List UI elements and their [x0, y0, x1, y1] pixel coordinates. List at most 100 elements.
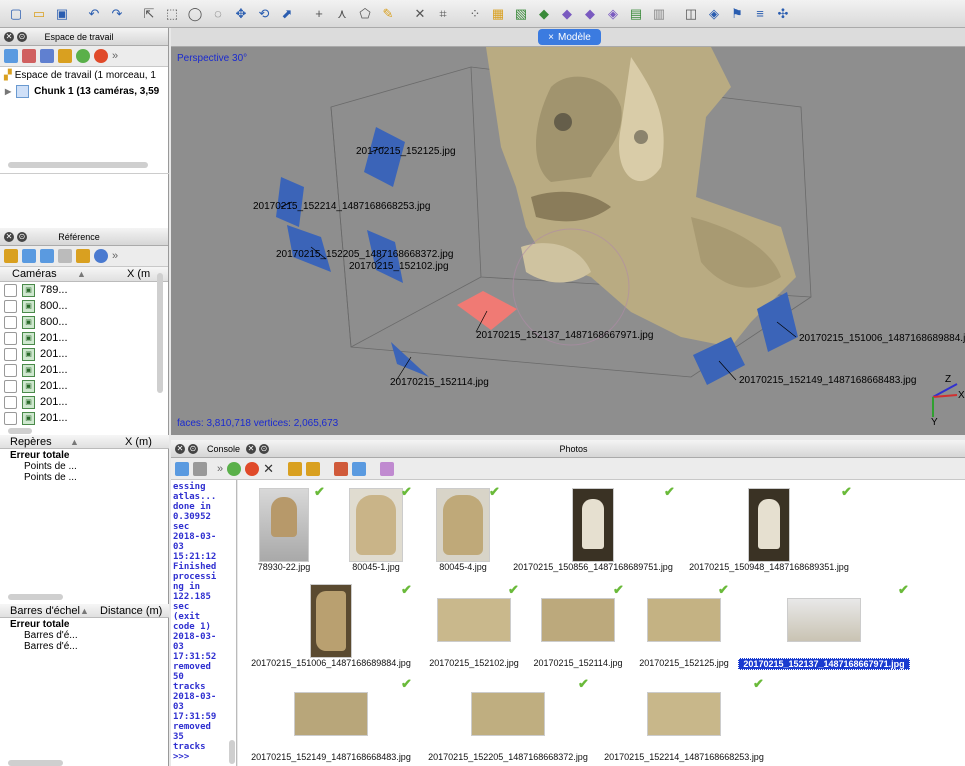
photo-tile[interactable]: 20170215_150856_1487168689751.jpg: [508, 488, 678, 572]
photo-tile-selected[interactable]: 20170215_152137_1487168667971.jpg: [738, 598, 910, 670]
model-solid-icon[interactable]: ◆: [534, 4, 554, 24]
float-icon[interactable]: ⊙: [17, 231, 27, 242]
enable-checkbox[interactable]: [4, 347, 17, 361]
disable-icon[interactable]: [245, 461, 260, 476]
photo-tile[interactable]: 20170215_152214_1487168668253.jpg: [598, 692, 770, 762]
more-icon[interactable]: »: [112, 50, 118, 62]
marker-item[interactable]: Points de ...: [24, 461, 77, 472]
close-tab-icon[interactable]: ×: [548, 32, 554, 43]
dem-icon[interactable]: ▤: [626, 4, 646, 24]
camera-row[interactable]: ▣ 201...: [0, 394, 168, 410]
photo-tile[interactable]: 20170215_151006_1487168689884.jpg: [246, 584, 416, 668]
camera-plane[interactable]: [364, 127, 405, 187]
redo-icon[interactable]: ↷: [107, 4, 127, 24]
float-icon[interactable]: ⊙: [188, 443, 198, 454]
close-icon[interactable]: ✕: [175, 443, 185, 454]
marker-item[interactable]: Points de ...: [24, 472, 77, 483]
orthomosaic-icon[interactable]: ▥: [649, 4, 669, 24]
rotate-right-icon[interactable]: [306, 461, 321, 476]
add-photos-icon[interactable]: [22, 49, 36, 63]
tiled-icon[interactable]: ◈: [603, 4, 623, 24]
camera-plane-selected[interactable]: [457, 291, 517, 330]
photo-tile[interactable]: 20170215_152125.jpg: [634, 598, 734, 668]
sort-icon[interactable]: ▲: [80, 606, 100, 616]
enable-checkbox[interactable]: [4, 315, 17, 329]
shape-icon[interactable]: ⋏: [332, 4, 352, 24]
camera-plane[interactable]: [391, 342, 429, 377]
enable-checkbox[interactable]: [4, 363, 17, 377]
photo-tile[interactable]: 20170215_152205_1487168668372.jpg: [422, 692, 594, 762]
enable-checkbox[interactable]: [4, 411, 17, 425]
camera-row[interactable]: ▣ 201...: [0, 362, 168, 378]
convert-icon[interactable]: [40, 249, 54, 263]
sort-icon[interactable]: ▲: [77, 269, 127, 279]
float-icon[interactable]: ⊙: [259, 443, 270, 454]
rect-select-icon[interactable]: ⬚: [162, 4, 182, 24]
enable-checkbox[interactable]: [4, 331, 17, 345]
camera-vscrollbar[interactable]: [157, 273, 163, 393]
close-icon[interactable]: ✕: [4, 231, 14, 242]
tab-model[interactable]: × Modèle: [538, 29, 601, 45]
new-icon[interactable]: ▢: [6, 4, 26, 24]
open-icon[interactable]: ▭: [29, 4, 49, 24]
delete-icon[interactable]: ✕: [410, 4, 430, 24]
photo-tile[interactable]: 20170215_152149_1487168668483.jpg: [246, 692, 416, 762]
free-select-icon[interactable]: ◌: [208, 4, 228, 24]
rotate-object-icon[interactable]: ⟲: [254, 4, 274, 24]
save-icon[interactable]: ▣: [52, 4, 72, 24]
update-icon[interactable]: [94, 249, 108, 263]
resize-object-icon[interactable]: ⬈: [277, 4, 297, 24]
workspace-scrollbar[interactable]: [8, 162, 148, 168]
x-col-header[interactable]: X (m: [127, 268, 150, 280]
move-object-icon[interactable]: ✥: [231, 4, 251, 24]
camera-row[interactable]: ▣ 201...: [0, 330, 168, 346]
points-icon[interactable]: ⁘: [465, 4, 485, 24]
optimize-icon[interactable]: [58, 249, 72, 263]
markers-col-header[interactable]: Repères: [0, 436, 70, 448]
markers-icon[interactable]: ◈: [704, 4, 724, 24]
close-icon[interactable]: ✕: [246, 443, 257, 454]
import-icon[interactable]: [4, 249, 18, 263]
remove-icon[interactable]: ✕: [263, 461, 274, 477]
photo-tile[interactable]: 20170215_150948_1487168689351.jpg: [684, 488, 854, 572]
polygon-icon[interactable]: ⬠: [355, 4, 375, 24]
enable-checkbox[interactable]: [4, 299, 17, 313]
region-icon[interactable]: ⚑: [727, 4, 747, 24]
camera-row[interactable]: ▣ 789...: [0, 282, 168, 298]
photo-tile[interactable]: 80045-1.jpg: [336, 488, 416, 572]
ruler-icon[interactable]: +: [309, 4, 329, 24]
photo-tile[interactable]: 78930-22.jpg: [244, 488, 324, 572]
camera-row[interactable]: ▣ 800...: [0, 314, 168, 330]
export-icon[interactable]: [22, 249, 36, 263]
workspace-root[interactable]: ▞ Espace de travail (1 morceau, 1: [0, 67, 168, 83]
camera-row[interactable]: ▣ 201...: [0, 378, 168, 394]
disable-icon[interactable]: [94, 49, 108, 63]
photo-tile[interactable]: 80045-4.jpg: [423, 488, 503, 572]
scalebars-scrollbar[interactable]: [8, 760, 63, 766]
crop-icon[interactable]: ⌗: [433, 4, 453, 24]
more-icon[interactable]: »: [217, 463, 223, 475]
enable-checkbox[interactable]: [4, 283, 17, 297]
console-scrollbar[interactable]: [229, 740, 235, 764]
pencil-icon[interactable]: ✎: [378, 4, 398, 24]
enable-icon[interactable]: [76, 49, 90, 63]
photo-tile[interactable]: 20170215_152114.jpg: [528, 598, 628, 668]
model-viewport[interactable]: Perspective 30° faces: 3,810,718 vertice…: [171, 47, 965, 435]
filter-icon[interactable]: [334, 461, 349, 476]
console-output[interactable]: essing atlas... done in 0.30952 sec 2018…: [171, 480, 237, 766]
model-shaded-icon[interactable]: ▧: [511, 4, 531, 24]
grid-icon[interactable]: ≡: [750, 4, 770, 24]
undo-icon[interactable]: ↶: [84, 4, 104, 24]
scalebar-item[interactable]: Barres d'é...: [24, 641, 78, 652]
dense-cloud-icon[interactable]: ▦: [488, 4, 508, 24]
cameras-col-header[interactable]: Caméras: [0, 268, 77, 280]
more-icon[interactable]: »: [112, 250, 118, 262]
console-title[interactable]: Console: [207, 444, 240, 454]
rotate-left-icon[interactable]: [288, 461, 303, 476]
expand-icon[interactable]: ▶: [5, 87, 11, 96]
close-icon[interactable]: ✕: [4, 31, 14, 42]
model-wireframe-icon[interactable]: ◆: [557, 4, 577, 24]
enable-checkbox[interactable]: [4, 395, 17, 409]
markers-x-header[interactable]: X (m): [125, 436, 152, 448]
enable-icon[interactable]: [227, 461, 242, 476]
